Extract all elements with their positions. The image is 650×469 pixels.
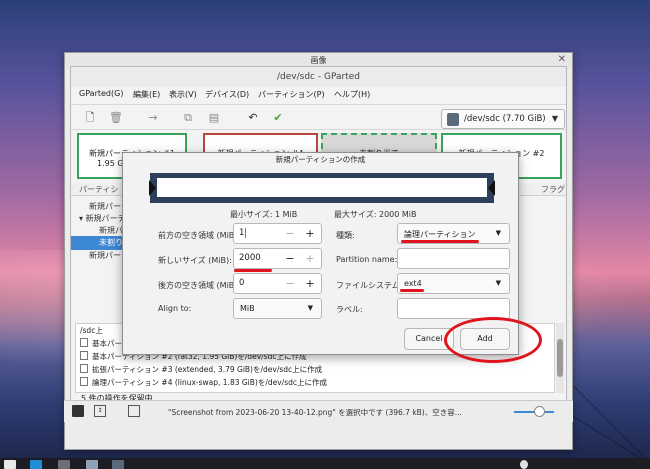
resize-icon[interactable]: → <box>146 111 160 125</box>
menu-icon[interactable] <box>4 460 16 469</box>
operation-text: 論理パーティション #4 (linux-swap, 1.83 GiB)を/dev… <box>92 378 327 387</box>
fullscreen-icon[interactable] <box>128 405 140 417</box>
document-icon <box>80 351 88 360</box>
plus-icon[interactable]: + <box>302 276 318 291</box>
filesystem-label: ファイルシステム: <box>336 281 403 290</box>
minus-icon[interactable]: − <box>282 251 298 266</box>
align-value: MiB <box>240 304 255 313</box>
folder-icon[interactable] <box>86 460 98 469</box>
new-size-spinbox[interactable]: 2000 − + <box>233 248 322 269</box>
free-after-spinbox[interactable]: 0 − + <box>233 273 322 294</box>
operation-text: 拡張パーティション #3 (extended, 3.79 GiB)を/dev/s… <box>92 365 323 374</box>
scrollbar[interactable] <box>556 323 564 393</box>
operation-item[interactable]: 論理パーティション #4 (linux-swap, 1.83 GiB)を/dev… <box>80 376 327 390</box>
device-label: /dev/sdc (7.70 GiB) <box>464 114 546 124</box>
free-before-label: 前方の空き領域 (MiB): <box>158 231 241 240</box>
menu-partition[interactable]: パーティション(P) <box>258 89 325 103</box>
copy-icon[interactable]: ⧉ <box>181 111 195 125</box>
dialog-title: 新規パーティションの作成 <box>275 155 366 164</box>
window-title: /dev/sdc - GParted <box>71 67 566 87</box>
partition-size-bar[interactable] <box>150 173 494 203</box>
apply-icon[interactable]: ✔ <box>271 111 285 125</box>
label-field[interactable] <box>397 298 510 319</box>
image-info: "Screenshot from 2023-06-20 13-40-12.png… <box>168 408 462 417</box>
align-combobox[interactable]: MiB ▼ <box>233 298 322 319</box>
new-size-value[interactable]: 2000 <box>239 253 261 263</box>
align-label: Align to: <box>158 304 192 313</box>
menu-device[interactable]: デバイス(D) <box>205 89 249 103</box>
gparted-task-icon[interactable] <box>112 460 124 469</box>
new-size-label: 新しいサイズ (MiB): <box>158 256 232 265</box>
chevron-down-icon: ▼ <box>307 304 313 312</box>
toolbar: 🗋 🗑 → ⧉ ▤ ↶ ✔ /dev/sdc (7.70 GiB) ▼ <box>71 104 566 130</box>
annotation-underline-type <box>401 240 479 243</box>
type-label: 種類: <box>336 231 355 240</box>
minus-icon[interactable]: − <box>282 226 298 241</box>
filesystem-value: ext4 <box>404 279 422 288</box>
min-size-text: 最小サイズ: 1 MiB <box>230 210 298 219</box>
resize-right-handle-icon[interactable] <box>488 180 495 196</box>
operation-text: /sdc上 <box>80 326 103 335</box>
annotation-underline-filesystem <box>400 289 424 292</box>
free-after-label: 後方の空き領域 (MiB): <box>158 281 241 290</box>
annotation-circle-add <box>444 317 542 363</box>
free-before-value[interactable]: 1 <box>239 228 247 238</box>
terminal-icon[interactable] <box>58 460 70 469</box>
files-icon[interactable] <box>30 460 42 469</box>
menu-gparted[interactable]: GParted(G) <box>79 89 123 103</box>
column-partition[interactable]: パーティシ <box>79 184 119 195</box>
annotation-underline-new-size <box>234 269 272 272</box>
resize-left-handle-icon[interactable] <box>149 180 156 196</box>
chevron-down-icon: ▼ <box>495 229 501 237</box>
menu-help[interactable]: ヘルプ(H) <box>334 89 370 103</box>
document-icon <box>80 338 88 347</box>
disk-icon <box>447 113 459 126</box>
paste-icon[interactable]: ▤ <box>207 111 221 125</box>
type-value: 論理パーティション <box>404 230 476 239</box>
zoom-slider-handle[interactable] <box>534 406 545 417</box>
delete-icon[interactable]: 🗑 <box>109 111 123 125</box>
document-icon <box>80 377 88 386</box>
gallery-icon[interactable] <box>72 405 84 417</box>
close-icon[interactable]: ✕ <box>558 54 566 65</box>
partition-name-label: Partition name: <box>336 255 398 264</box>
menu-view[interactable]: 表示(V) <box>169 89 197 103</box>
operation-item[interactable]: /sdc上 <box>80 324 103 338</box>
chevron-down-icon: ▼ <box>495 279 501 287</box>
minus-icon[interactable]: − <box>282 276 298 291</box>
sort-icon[interactable]: ↕ <box>94 405 106 417</box>
partition-name-field[interactable] <box>397 248 510 269</box>
image-viewer-footer: ↕ "Screenshot from 2023-06-20 13-40-12.p… <box>64 400 573 422</box>
label-label: ラベル: <box>336 305 363 314</box>
menu-edit[interactable]: 編集(E) <box>133 89 160 103</box>
plus-icon[interactable]: + <box>302 251 318 266</box>
column-flags[interactable]: フラグ <box>541 184 565 195</box>
document-icon <box>80 364 88 373</box>
max-size-text: 最大サイズ: 2000 MiB <box>334 210 417 219</box>
plus-icon[interactable]: + <box>302 226 318 241</box>
device-selector[interactable]: /dev/sdc (7.70 GiB) ▼ <box>441 109 565 129</box>
scrollbar-thumb[interactable] <box>557 339 563 377</box>
chevron-down-icon: ▼ <box>551 114 558 123</box>
operation-item[interactable]: 拡張パーティション #3 (extended, 3.79 GiB)を/dev/s… <box>80 363 322 377</box>
free-before-spinbox[interactable]: 1 − + <box>233 223 322 244</box>
undo-icon[interactable]: ↶ <box>246 111 260 125</box>
new-partition-icon[interactable]: 🗋 <box>83 111 97 125</box>
partition-size-region[interactable] <box>157 178 487 197</box>
free-after-value[interactable]: 0 <box>239 278 244 288</box>
tray-icon[interactable] <box>520 460 528 469</box>
